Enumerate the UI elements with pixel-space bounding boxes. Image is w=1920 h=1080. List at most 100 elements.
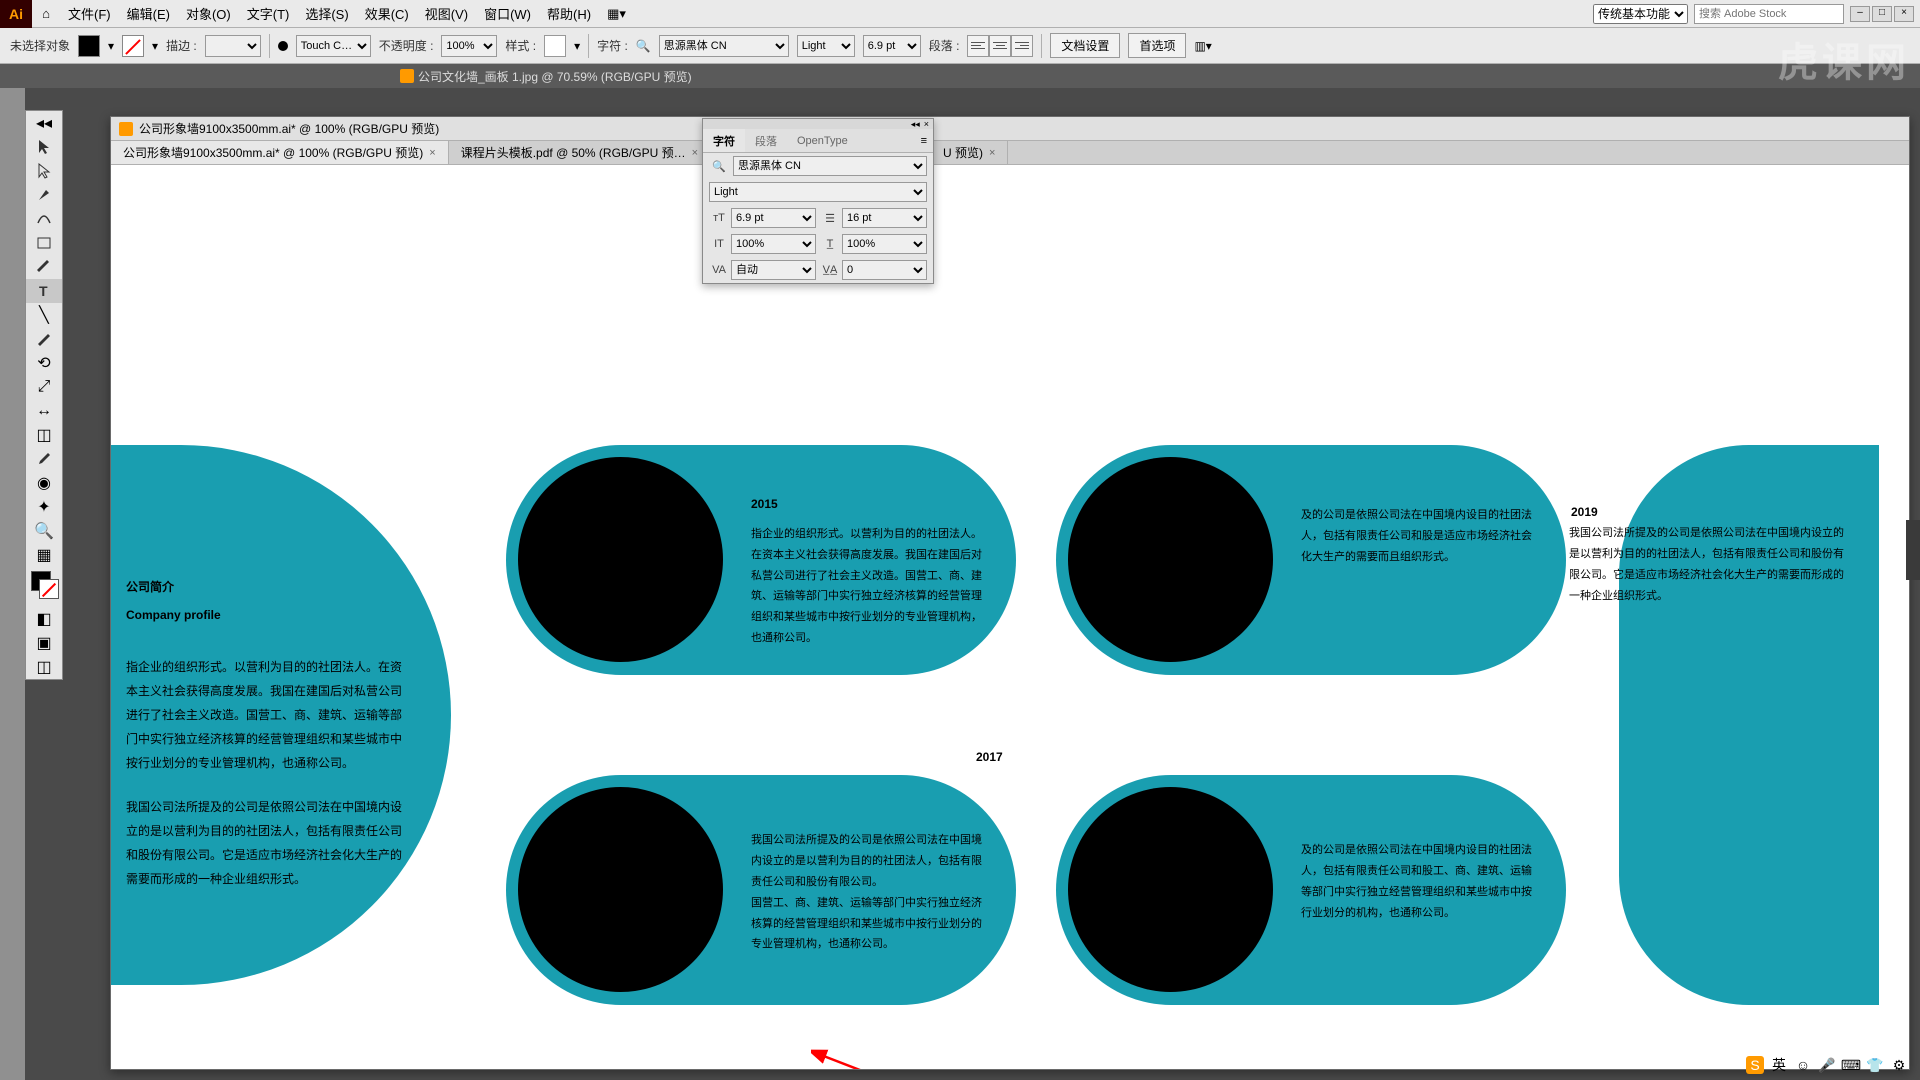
vscale-icon: IT bbox=[709, 238, 729, 250]
ime-mic-icon[interactable]: 🎤 bbox=[1818, 1056, 1836, 1074]
eyedropper-tool[interactable] bbox=[26, 447, 62, 471]
fill-stroke-indicator[interactable] bbox=[26, 567, 62, 607]
character-panel[interactable]: ◂◂ × 字符 段落 OpenType ≡ 🔍 思源黑体 CN Light тT… bbox=[702, 118, 934, 284]
doc-tab-3[interactable]: U 预览)× bbox=[931, 141, 1008, 164]
home-icon[interactable]: ⌂ bbox=[32, 6, 60, 21]
panel-hscale[interactable]: 100% bbox=[842, 234, 927, 254]
ime-logo[interactable]: S bbox=[1746, 1056, 1764, 1074]
scale-tool[interactable]: ⤢ bbox=[26, 375, 62, 399]
type-tool[interactable]: T bbox=[26, 279, 62, 303]
doc-tab-2[interactable]: 课程片头模板.pdf @ 50% (RGB/GPU 预…× bbox=[449, 141, 711, 164]
menu-file[interactable]: 文件(F) bbox=[60, 4, 119, 23]
color-mode[interactable]: ◧ bbox=[26, 607, 62, 631]
font-family[interactable]: 思源黑体 CN bbox=[659, 35, 789, 57]
menu-edit[interactable]: 编辑(E) bbox=[119, 4, 178, 23]
panel-font-family[interactable]: 思源黑体 CN bbox=[733, 156, 927, 176]
arrange-docs-icon[interactable]: ▦▾ bbox=[599, 6, 634, 22]
panel-vscale[interactable]: 100% bbox=[731, 234, 816, 254]
menu-effect[interactable]: 效果(C) bbox=[357, 4, 417, 23]
tool-gutter bbox=[0, 88, 25, 1080]
menu-type[interactable]: 文字(T) bbox=[239, 4, 298, 23]
shaper-tool[interactable] bbox=[26, 327, 62, 351]
ime-skin-icon[interactable]: 👕 bbox=[1866, 1056, 1884, 1074]
window-max[interactable]: □ bbox=[1872, 6, 1892, 22]
stroke-color-indicator[interactable] bbox=[39, 579, 59, 599]
window-close[interactable]: × bbox=[1894, 6, 1914, 22]
pill-bottom-left: 我国公司法所提及的公司是依照公司法在中国境内设立的是以营利为目的的社团法人，包括… bbox=[506, 775, 1016, 1005]
align-left[interactable] bbox=[967, 35, 989, 57]
doc-tab-1[interactable]: 公司形象墙9100x3500mm.ai* @ 100% (RGB/GPU 预览)… bbox=[111, 141, 449, 164]
panel-collapse-icon[interactable]: ◂◂ bbox=[911, 119, 920, 130]
panel-leading[interactable]: 16 pt bbox=[842, 208, 927, 228]
bg-doc-title[interactable]: 公司文化墙_画板 1.jpg @ 70.59% (RGB/GPU 预览) bbox=[418, 68, 692, 85]
zoom-tool[interactable]: 🔍 bbox=[26, 519, 62, 543]
ime-emoji-icon[interactable]: ☺ bbox=[1794, 1056, 1812, 1074]
align-right[interactable] bbox=[1011, 35, 1033, 57]
pen-tool[interactable] bbox=[26, 183, 62, 207]
direct-selection-tool[interactable] bbox=[26, 159, 62, 183]
panel-kerning[interactable]: 自动 bbox=[731, 260, 816, 280]
ime-keyboard-icon[interactable]: ⌨ bbox=[1842, 1056, 1860, 1074]
window-min[interactable]: – bbox=[1850, 6, 1870, 22]
font-size-icon: тT bbox=[709, 212, 729, 224]
paintbrush-tool[interactable] bbox=[26, 255, 62, 279]
char-font-short[interactable]: Touch C… bbox=[296, 35, 371, 57]
stroke-swatch[interactable] bbox=[122, 35, 144, 57]
app-logo: Ai bbox=[0, 0, 32, 28]
panel-tracking[interactable]: 0 bbox=[842, 260, 927, 280]
document-setup-button[interactable]: 文档设置 bbox=[1050, 33, 1120, 58]
menu-view[interactable]: 视图(V) bbox=[417, 4, 476, 23]
curvature-tool[interactable] bbox=[26, 207, 62, 231]
rotate-tool[interactable]: ⟲ bbox=[26, 351, 62, 375]
style-label: 样式 : bbox=[505, 37, 536, 54]
stroke-dropdown-icon[interactable]: ▾ bbox=[152, 39, 158, 53]
panel-close-icon[interactable]: × bbox=[924, 119, 929, 129]
tab-paragraph[interactable]: 段落 bbox=[745, 129, 787, 152]
panel-tabs: 字符 段落 OpenType ≡ bbox=[703, 129, 933, 153]
width-tool[interactable]: ↔ bbox=[26, 399, 62, 423]
align-center[interactable] bbox=[989, 35, 1011, 57]
tab-character[interactable]: 字符 bbox=[703, 129, 745, 152]
collapse-icon[interactable]: ◂◂ bbox=[26, 111, 62, 135]
menu-help[interactable]: 帮助(H) bbox=[539, 4, 599, 23]
graphic-style[interactable] bbox=[544, 35, 566, 57]
tab-opentype[interactable]: OpenType bbox=[787, 129, 858, 152]
symbol-sprayer-tool[interactable]: ✦ bbox=[26, 495, 62, 519]
rectangle-tool[interactable] bbox=[26, 231, 62, 255]
blend-tool[interactable]: ◉ bbox=[26, 471, 62, 495]
free-transform-tool[interactable]: ◫ bbox=[26, 423, 62, 447]
tools-panel: ◂◂ T ╲ ⟲ ⤢ ↔ ◫ ◉ ✦ 🔍 ▦ ◧ ▣ ◫ bbox=[25, 110, 63, 680]
stroke-weight[interactable] bbox=[205, 35, 261, 57]
align-to-icon[interactable]: ▥▾ bbox=[1194, 39, 1211, 53]
selection-tool[interactable] bbox=[26, 135, 62, 159]
menu-select[interactable]: 选择(S) bbox=[297, 4, 356, 23]
artboard-tool[interactable]: ▦ bbox=[26, 543, 62, 567]
stock-search[interactable] bbox=[1694, 4, 1844, 24]
menu-object[interactable]: 对象(O) bbox=[178, 4, 239, 23]
canvas[interactable]: 公司简介 Company profile 指企业的组织形式。以营利为目的的社团法… bbox=[111, 165, 1909, 1069]
doc-titlebar[interactable]: 公司形象墙9100x3500mm.ai* @ 100% (RGB/GPU 预览) bbox=[111, 117, 1909, 141]
fill-swatch[interactable] bbox=[78, 35, 100, 57]
close-icon[interactable]: × bbox=[989, 147, 995, 159]
line-tool[interactable]: ╲ bbox=[26, 303, 62, 327]
font-weight[interactable]: Light bbox=[797, 35, 855, 57]
preferences-button[interactable]: 首选项 bbox=[1128, 33, 1186, 58]
dock-handle[interactable] bbox=[1906, 520, 1920, 580]
ime-settings-icon[interactable]: ⚙ bbox=[1890, 1056, 1908, 1074]
close-icon[interactable]: × bbox=[692, 147, 698, 159]
draw-mode[interactable]: ◫ bbox=[26, 655, 62, 679]
tab-label: 公司形象墙9100x3500mm.ai* @ 100% (RGB/GPU 预览) bbox=[123, 144, 423, 161]
panel-font-size[interactable]: 6.9 pt bbox=[731, 208, 816, 228]
close-icon[interactable]: × bbox=[429, 147, 435, 159]
panel-font-weight[interactable]: Light bbox=[709, 182, 927, 202]
panel-menu-icon[interactable]: ≡ bbox=[915, 129, 933, 152]
doc-title: 公司形象墙9100x3500mm.ai* @ 100% (RGB/GPU 预览) bbox=[139, 120, 439, 137]
ime-lang[interactable]: 英 bbox=[1770, 1056, 1788, 1074]
workspace-switcher[interactable]: 传统基本功能 bbox=[1593, 4, 1688, 24]
opacity-field[interactable]: 100% bbox=[441, 35, 497, 57]
menu-window[interactable]: 窗口(W) bbox=[476, 4, 539, 23]
style-dropdown-icon[interactable]: ▾ bbox=[574, 39, 580, 53]
font-size[interactable]: 6.9 pt bbox=[863, 35, 921, 57]
screen-mode[interactable]: ▣ bbox=[26, 631, 62, 655]
fill-dropdown-icon[interactable]: ▾ bbox=[108, 39, 114, 53]
